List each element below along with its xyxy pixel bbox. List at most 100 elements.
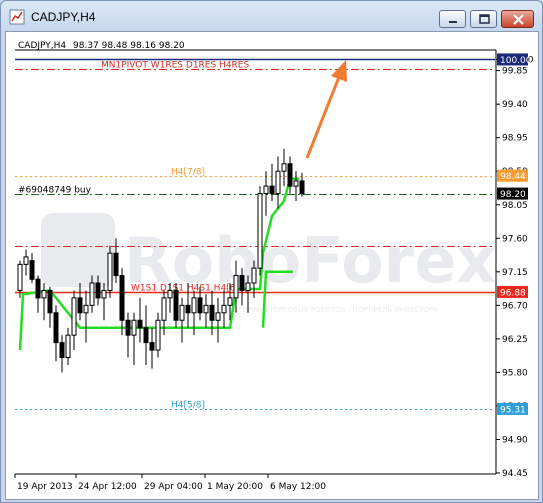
candle-31 [203,294,209,328]
price-badge-value-1: 98.44 [500,172,526,182]
candle-body-24 [161,297,167,321]
candle-body-44 [281,163,287,172]
candle-body-15 [107,252,113,291]
candle-body-22 [149,342,155,351]
chart-window: CADJPY,H4 RoboForex МОНИТОРИНГ ТОРГОВЫХ … [0,0,543,503]
price-badge-value-0: 100.00 [500,56,532,66]
candle-body-3 [35,278,41,299]
candle-body-41 [263,185,269,195]
candle-27 [179,297,185,343]
maximize-icon [479,14,490,24]
candle-1 [23,249,29,276]
candle-23 [155,312,161,358]
candle-15 [107,245,113,298]
price-badge-value-3: 96.88 [500,288,526,298]
minimize-icon [449,21,457,23]
candle-body-45 [287,163,293,187]
maximize-button[interactable] [470,10,497,28]
forecast-arrow [305,60,347,159]
price-chart[interactable]: RoboForex МОНИТОРИНГ ТОРГОВЫХ РОБОТОВ - … [6,32,538,499]
candle-body-34 [221,304,227,314]
candle-body-35 [227,297,233,306]
candle-body-38 [245,282,251,291]
candle-body-32 [209,304,215,321]
candle-body-18 [125,319,131,336]
price-badge-value-4: 95.31 [500,405,526,415]
chart-app-icon [9,9,25,25]
candle-body-19 [131,319,137,336]
candle-body-26 [173,289,179,321]
close-button[interactable] [501,10,534,28]
candle-body-40 [257,193,263,269]
candle-body-20 [137,319,143,329]
price-tick-label-2: 99.40 [502,100,528,110]
title-bar[interactable]: CADJPY,H4 [1,1,542,31]
price-badge-4: 95.31 [497,402,528,415]
candle-2 [29,253,35,283]
candle-5 [47,286,53,328]
minimize-button[interactable] [439,10,466,28]
candle-body-25 [167,289,173,299]
candle-7 [59,335,65,373]
candle-body-0 [17,263,23,291]
chart-area[interactable]: RoboForex МОНИТОРИНГ ТОРГОВЫХ РОБОТОВ - … [5,31,539,500]
candle-body-39 [251,267,257,284]
candle-body-2 [29,260,35,280]
candle-body-12 [89,282,95,306]
candle-body-5 [47,289,53,314]
candle-body-33 [215,312,221,321]
candle-11 [83,290,89,343]
candle-body-16 [113,252,119,277]
candle-43 [275,156,281,209]
candle-body-28 [185,304,191,314]
candle-41 [263,171,269,216]
window-title: CADJPY,H4 [31,10,96,24]
price-axis: 100.0099.8599.4098.9598.5098.0597.6097.1… [496,55,534,479]
candle-body-10 [77,297,83,314]
time-tick-label-3: 1 May 20:00 [207,482,263,492]
candle-body-42 [269,185,275,195]
price-tick-label-1: 99.85 [502,67,528,77]
candle-body-27 [179,304,185,321]
close-icon [513,14,524,25]
candle-46 [293,171,299,202]
price-tick-label-5: 98.05 [502,201,528,211]
candle-20 [137,297,143,343]
price-tick-label-3: 98.95 [502,134,528,144]
candle-body-37 [239,275,245,291]
candle-body-6 [53,312,59,344]
candle-19 [131,312,137,365]
candle-body-1 [23,256,29,265]
candle-40 [257,186,263,276]
candle-33 [215,297,221,343]
candle-body-30 [197,297,203,314]
forecast-arrow-shaft [305,76,341,159]
candle-body-31 [203,304,209,314]
candle-body-9 [71,297,77,336]
chart-ohlc-values: 98.37 98.48 98.16 98.20 [73,41,185,51]
price-badge-1: 98.44 [497,169,528,182]
candle-body-8 [65,334,71,359]
candle-body-23 [155,319,161,351]
candle-body-14 [101,289,107,299]
candle-body-17 [119,275,125,321]
candle-18 [125,312,131,358]
candle-3 [35,275,41,313]
time-tick-label-4: 6 May 12:00 [270,482,326,492]
watermark-tagline: МОНИТОРИНГ ТОРГОВЫХ РОБОТОВ - ПОРТФЕЛЬ И… [216,306,438,314]
candle-8 [65,327,71,365]
candle-body-43 [275,170,281,195]
price-badge-3: 96.88 [497,285,528,298]
candle-body-46 [293,180,299,187]
candle-body-29 [191,297,197,314]
price-tick-label-12: 94.90 [502,435,528,445]
candle-body-21 [143,327,149,344]
price-badge-value-2: 98.20 [500,190,526,200]
candle-body-7 [59,342,65,359]
candle-body-11 [83,304,89,314]
time-tick-label-0: 19 Apr 2013 [17,482,73,492]
level-label-2: H4[7/8] [171,168,205,178]
candle-44 [281,148,287,187]
price-tick-label-7: 97.15 [502,268,528,278]
price-tick-label-13: 94.45 [502,469,528,479]
